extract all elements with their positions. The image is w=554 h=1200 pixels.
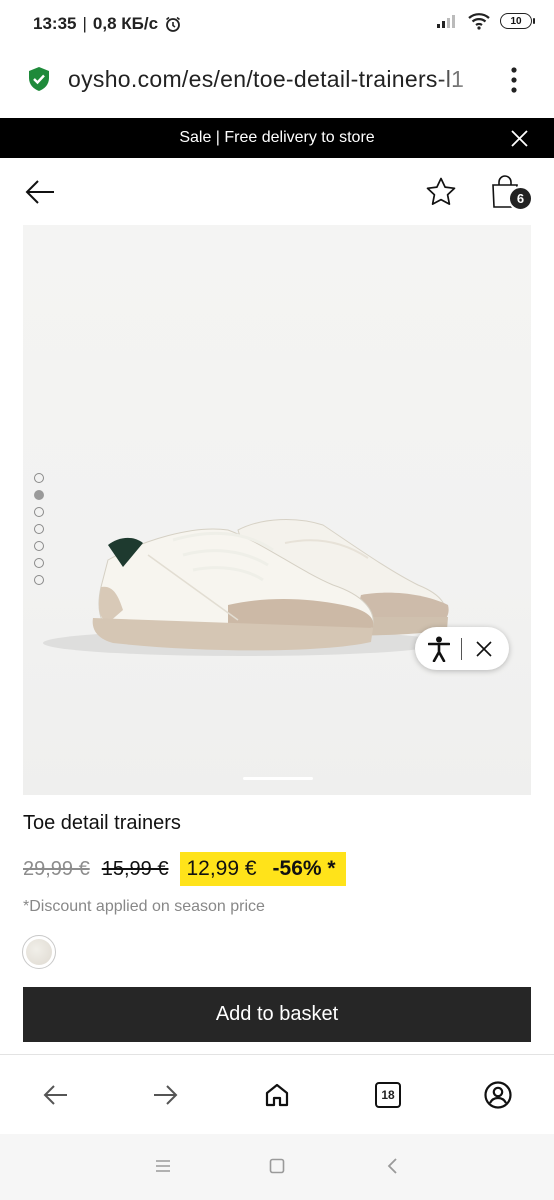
home-square-icon[interactable]: [269, 1158, 285, 1174]
gallery-dot[interactable]: [34, 473, 44, 483]
battery-icon: 10: [500, 13, 535, 29]
browser-home-button[interactable]: [257, 1075, 297, 1115]
promo-banner: Sale | Free delivery to store: [0, 118, 554, 158]
back-arrow-icon: [43, 1085, 67, 1105]
widget-divider: [461, 637, 462, 660]
browser-tabs-button[interactable]: 18: [368, 1075, 408, 1115]
promo-banner-text[interactable]: Sale | Free delivery to store: [0, 118, 554, 158]
product-title: Toe detail trainers: [23, 812, 181, 834]
wishlist-star-icon[interactable]: [425, 176, 457, 208]
gallery-dot[interactable]: [34, 524, 44, 534]
discount-badge: -56% *: [272, 857, 336, 880]
wifi-icon: [468, 13, 490, 30]
color-swatch-fill[interactable]: [26, 939, 52, 965]
add-to-basket-button[interactable]: Add to basket: [23, 987, 531, 1042]
status-left: 13:35 | 0,8 КБ/с: [33, 14, 182, 34]
home-icon: [265, 1083, 289, 1107]
gallery-dot[interactable]: [34, 507, 44, 517]
browser-forward-button[interactable]: [146, 1075, 186, 1115]
forward-arrow-icon: [154, 1085, 178, 1105]
back-arrow-icon[interactable]: [24, 176, 56, 208]
close-icon[interactable]: [476, 640, 492, 657]
bag-count-badge: 6: [508, 186, 533, 211]
status-time: 13:35: [33, 14, 77, 33]
accessibility-widget: [415, 627, 509, 670]
gallery-dot-active[interactable]: [34, 490, 44, 500]
gallery-dot[interactable]: [34, 541, 44, 551]
gallery-dot[interactable]: [34, 575, 44, 585]
current-price: 12,99 €: [186, 857, 257, 880]
signal-icon: [437, 15, 455, 28]
tabs-count: 18: [381, 1088, 395, 1102]
recents-menu-icon[interactable]: [154, 1159, 172, 1173]
gallery-dot[interactable]: [34, 558, 44, 568]
accessibility-icon[interactable]: [428, 636, 450, 662]
season-price: 15,99 €: [101, 857, 169, 880]
secure-shield-icon[interactable]: [27, 66, 51, 92]
alarm-icon: [166, 16, 181, 32]
original-price: 29,99 €: [23, 857, 90, 880]
browser-back-button[interactable]: [35, 1075, 75, 1115]
more-menu-icon[interactable]: [508, 66, 520, 94]
close-icon[interactable]: [511, 130, 528, 147]
discount-note: *Discount applied on season price: [23, 898, 265, 915]
product-image[interactable]: [23, 225, 531, 795]
browser-account-button[interactable]: [478, 1075, 518, 1115]
price-row: 29,99 € 15,99 € 12,99 € -56% *: [23, 852, 346, 886]
system-back-icon[interactable]: [386, 1157, 398, 1175]
account-icon: [484, 1081, 512, 1109]
price-highlight: 12,99 € -56% *: [180, 852, 346, 886]
status-speed: 0,8 КБ/с: [92, 14, 159, 33]
trainers-illustration: [43, 519, 449, 656]
gallery-scroll-indicator: [243, 777, 313, 780]
url-text[interactable]: oysho.com/es/en/toe-detail-trainers-l1: [68, 66, 488, 93]
tabs-icon: 18: [375, 1082, 401, 1108]
status-right: 10: [436, 12, 535, 30]
battery-level: 10: [510, 15, 522, 27]
status-separator: |: [82, 14, 87, 33]
